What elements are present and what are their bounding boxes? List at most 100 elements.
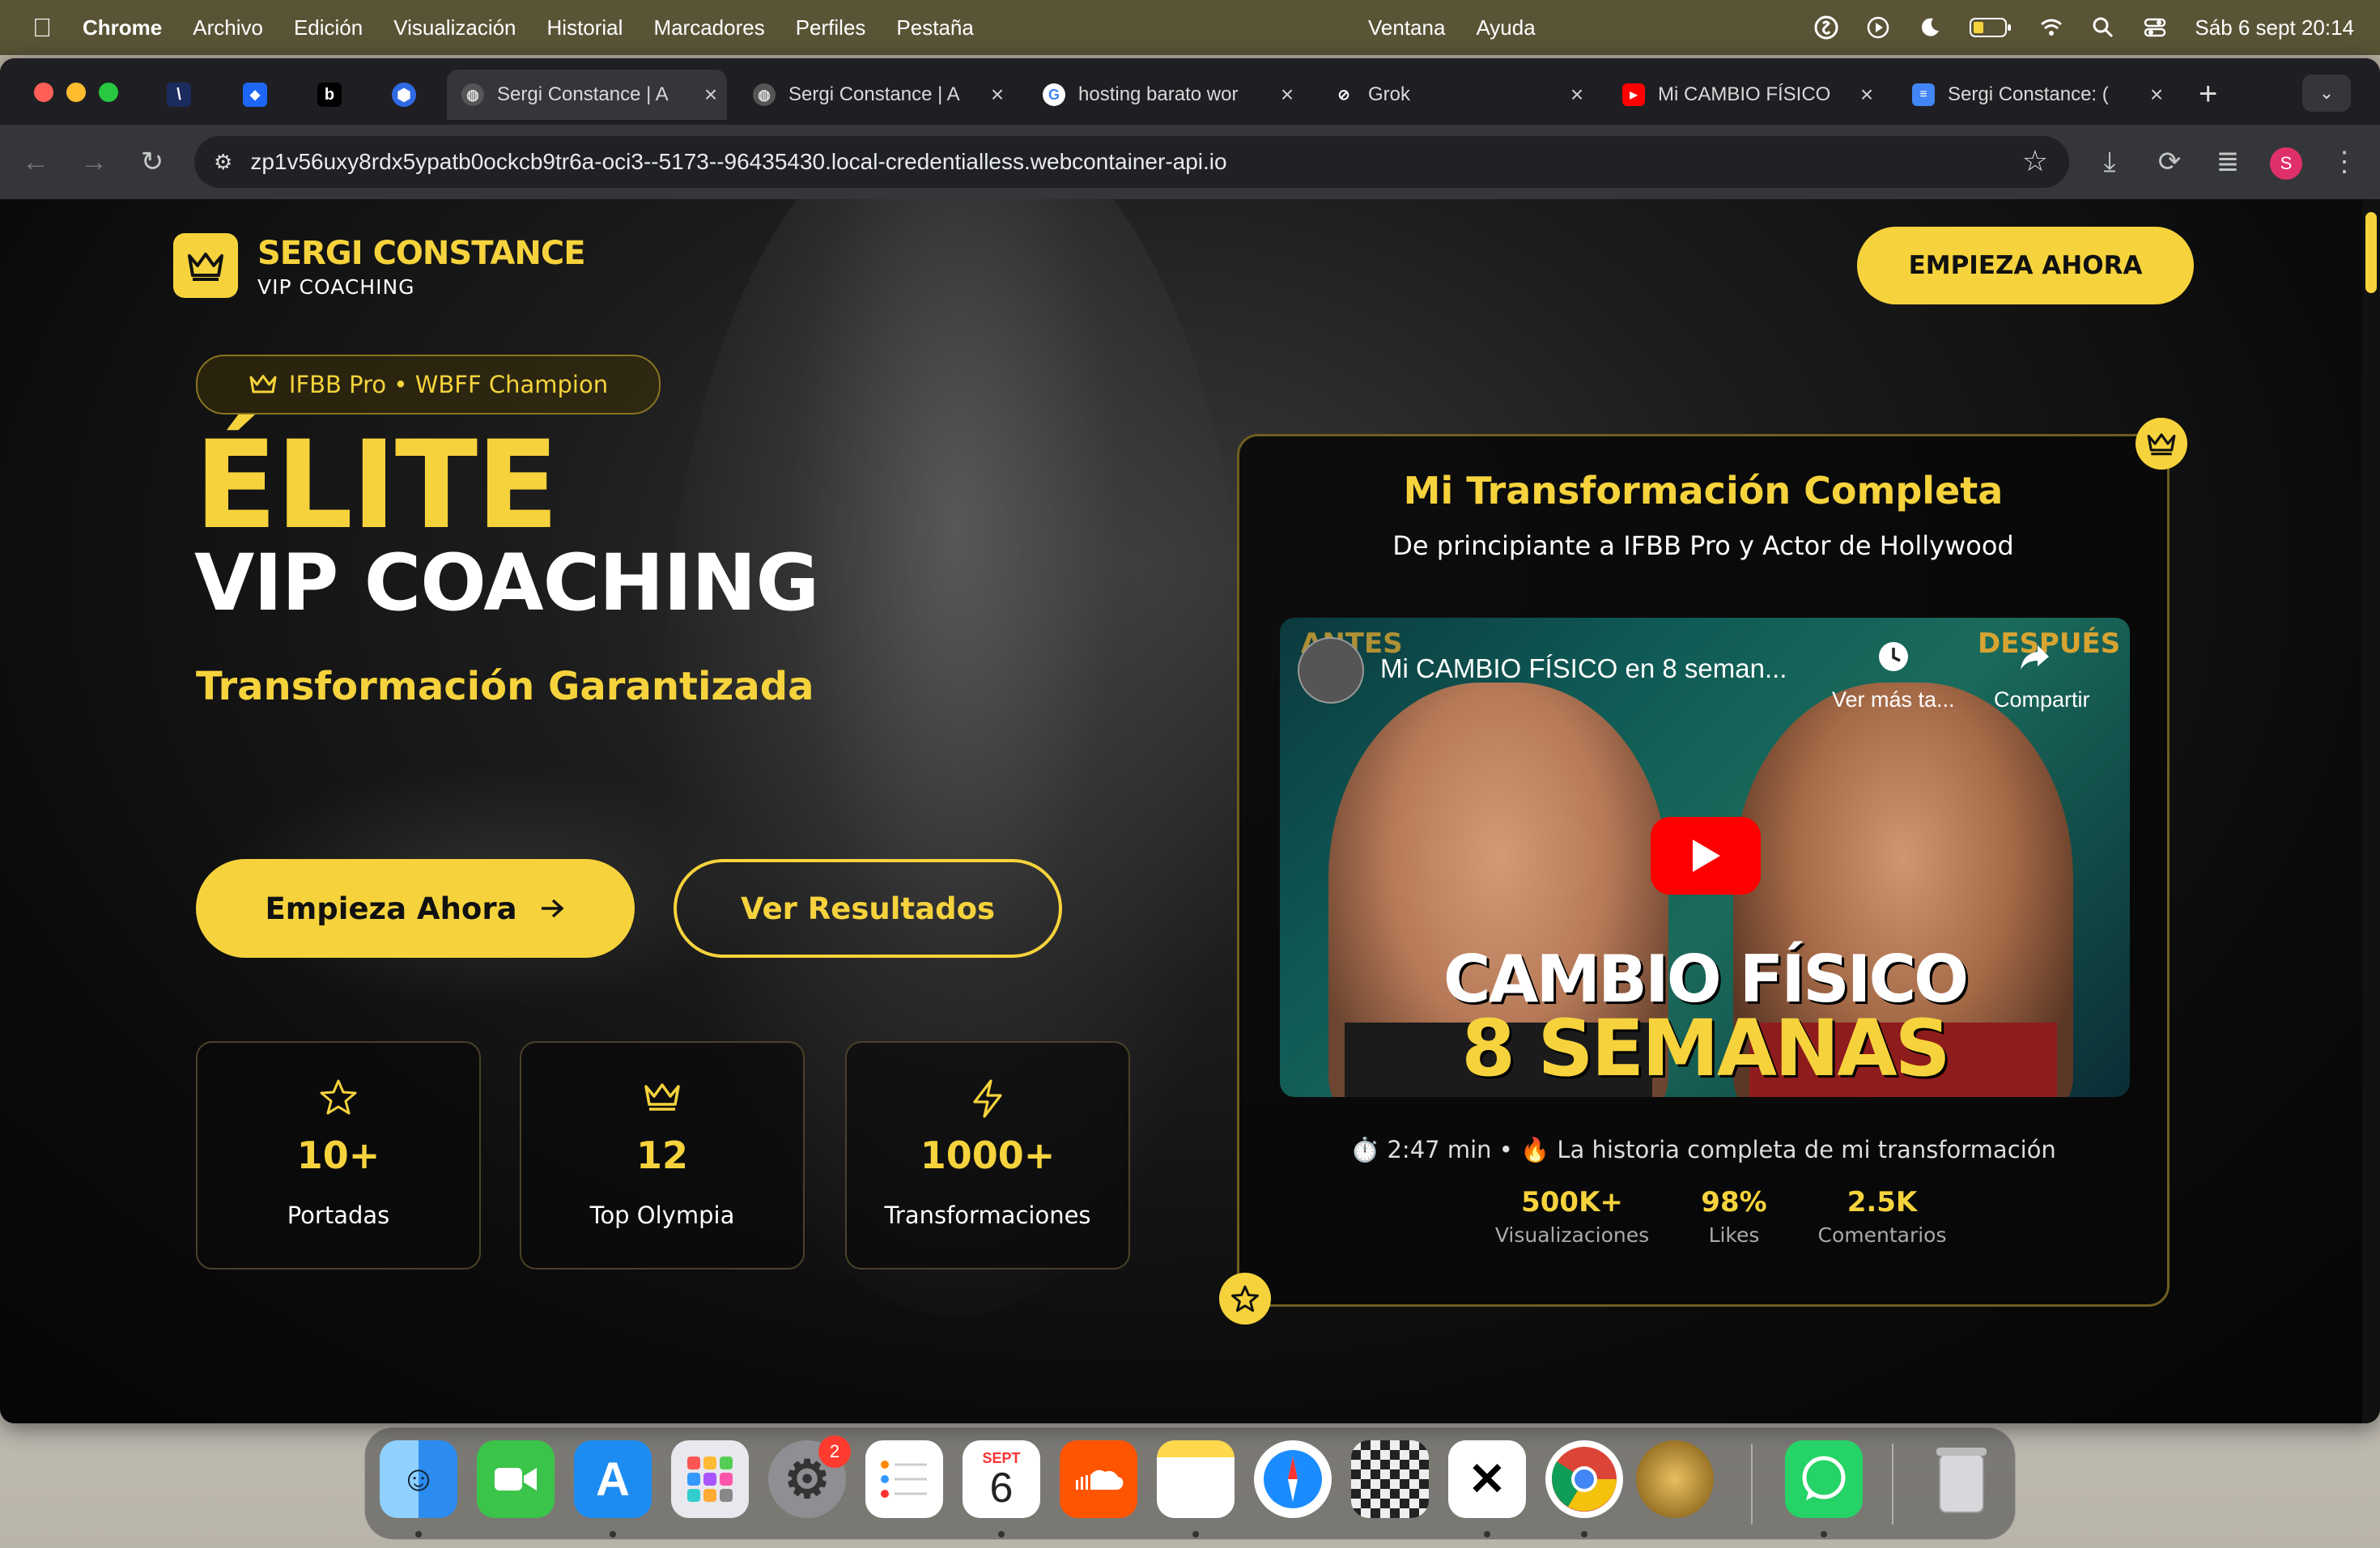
menu-app-name[interactable]: Chrome — [83, 15, 162, 40]
media-play-icon[interactable] — [1866, 15, 1890, 40]
notes-icon[interactable] — [1157, 1440, 1235, 1518]
menu-perfiles[interactable]: Perfiles — [796, 15, 866, 40]
share-icon[interactable] — [2017, 639, 2052, 674]
pinned-tab-dropbox-icon[interactable]: ◆ — [243, 83, 267, 107]
video-stat-label: Visualizaciones — [1494, 1223, 1650, 1247]
scrollbar-thumb[interactable] — [2365, 212, 2377, 293]
tab-title: Mi CAMBIO FÍSICO — [1658, 83, 1831, 105]
tab-google-hosting[interactable]: G hosting barato wor × — [1028, 70, 1303, 120]
spotlight-search-icon[interactable] — [2091, 15, 2115, 40]
address-bar[interactable]: ⚙ zp1v56uxy8rdx5ypatb0ockcb9tr6a-oci3--5… — [194, 136, 2069, 188]
notification-badge: 2 — [818, 1435, 851, 1468]
chrome-window: \ ◆ b ⬢ ◍ Sergi Constance | A × ◍ Sergi … — [0, 58, 2380, 1423]
docs-icon: ≡ — [1912, 83, 1935, 106]
finder-icon[interactable]: ☺ — [380, 1440, 457, 1518]
page-scrollbar[interactable] — [2362, 199, 2380, 1423]
trash-icon[interactable] — [1923, 1440, 2000, 1518]
pinned-tab-linear-icon[interactable]: \ — [167, 83, 191, 107]
reload-icon[interactable]: ↻ — [136, 146, 168, 178]
stat-card-portadas: 10+ Portadas — [196, 1041, 481, 1269]
arrow-right-icon — [541, 899, 564, 918]
download-icon[interactable]: ⤓ — [2093, 146, 2126, 178]
tab-google-docs[interactable]: ≡ Sergi Constance: ( × — [1898, 70, 2173, 120]
share-label[interactable]: Compartir — [1994, 687, 2090, 712]
soundcloud-icon[interactable] — [1060, 1440, 1137, 1518]
close-tab-icon[interactable]: × — [1561, 82, 1593, 108]
menu-visualizacion[interactable]: Visualización — [393, 15, 516, 40]
watch-later-label[interactable]: Ver más ta... — [1832, 687, 1955, 712]
menu-pestana[interactable]: Pestaña — [896, 15, 973, 40]
brand-subtitle: VIP COACHING — [257, 275, 415, 299]
brand-name[interactable]: SERGI CONSTANCE — [257, 235, 586, 272]
wifi-icon[interactable] — [2039, 15, 2063, 40]
media-queue-icon[interactable]: ≣ — [2212, 146, 2244, 178]
close-window-button[interactable] — [34, 83, 53, 102]
shazam-icon[interactable] — [1814, 15, 1838, 40]
channel-avatar[interactable] — [1298, 637, 1364, 704]
crown-coin-icon — [2136, 418, 2187, 470]
tab-youtube-video[interactable]: ▶ Mi CAMBIO FÍSICO × — [1608, 70, 1883, 120]
back-icon[interactable]: ← — [19, 146, 52, 178]
video-title[interactable]: Mi CAMBIO FÍSICO en 8 seman... — [1380, 653, 1787, 684]
control-center-icon[interactable] — [2143, 15, 2167, 40]
running-indicator — [1821, 1531, 1827, 1537]
site-settings-icon[interactable]: ⚙ — [214, 150, 232, 175]
menu-historial[interactable]: Historial — [547, 15, 623, 40]
pinned-tab-settings-icon[interactable]: ⬢ — [392, 83, 416, 107]
tab-sergi-constance-2[interactable]: ◍ Sergi Constance | A × — [738, 70, 1014, 120]
close-tab-icon[interactable]: × — [981, 82, 1014, 108]
tab-search-chevron-icon[interactable]: ⌄ — [2302, 74, 2351, 112]
close-tab-icon[interactable]: × — [2140, 82, 2173, 108]
ver-resultados-button[interactable]: Ver Resultados — [674, 859, 1062, 958]
new-tab-icon[interactable]: + — [2199, 76, 2217, 113]
more-menu-icon[interactable]: ⋮ — [2328, 146, 2361, 178]
menu-marcadores[interactable]: Marcadores — [653, 15, 764, 40]
close-tab-icon[interactable]: × — [695, 82, 727, 108]
launchpad-icon[interactable] — [671, 1440, 749, 1518]
game-app-icon[interactable] — [1636, 1440, 1714, 1518]
tab-sergi-constance-active[interactable]: ◍ Sergi Constance | A × — [447, 70, 727, 120]
empieza-ahora-header-button[interactable]: EMPIEZA AHORA — [1857, 227, 2194, 304]
empieza-ahora-label: Empieza Ahora — [265, 891, 517, 926]
reminders-icon[interactable] — [865, 1440, 943, 1518]
empieza-ahora-button[interactable]: Empieza Ahora — [196, 859, 635, 958]
chess-icon[interactable] — [1351, 1440, 1429, 1518]
apple-menu-icon[interactable]:  — [32, 13, 52, 43]
bookmark-star-icon[interactable]: ☆ — [2022, 144, 2048, 178]
pinned-tab-bolt-icon[interactable]: b — [317, 83, 342, 107]
minimize-window-button[interactable] — [66, 83, 86, 102]
menu-ventana[interactable]: Ventana — [1368, 15, 1445, 40]
chrome-icon[interactable] — [1545, 1440, 1623, 1518]
youtube-video-embed[interactable]: ANTES DESPUÉS Mi CAMBIO FÍSICO en 8 sema… — [1280, 618, 2130, 1097]
safari-icon[interactable] — [1254, 1440, 1332, 1518]
capcut-icon[interactable]: ✕ — [1448, 1440, 1526, 1518]
url-text[interactable]: zp1v56uxy8rdx5ypatb0ockcb9tr6a-oci3--517… — [250, 149, 1226, 175]
calendar-icon[interactable]: SEPT 6 — [963, 1440, 1040, 1518]
extension-icon[interactable]: ⟳ — [2153, 146, 2186, 178]
profile-avatar[interactable]: S — [2270, 147, 2302, 180]
close-tab-icon[interactable]: × — [1851, 82, 1883, 108]
forward-icon[interactable]: → — [78, 146, 110, 178]
menu-edicion[interactable]: Edición — [294, 15, 363, 40]
dock-divider — [1892, 1444, 1893, 1525]
macos-dock: ☺ A ⚙ 2 SEPT 6 ✕ — [364, 1427, 2016, 1540]
menu-ayuda[interactable]: Ayuda — [1476, 15, 1535, 40]
play-button[interactable] — [1651, 817, 1761, 895]
zoom-window-button[interactable] — [99, 83, 118, 102]
brand-logo[interactable] — [173, 233, 238, 298]
tab-grok[interactable]: ⊘ Grok × — [1318, 70, 1593, 120]
running-indicator — [1484, 1531, 1490, 1537]
app-store-icon[interactable]: A — [574, 1440, 652, 1518]
video-stat-value: 2.5K — [1847, 1186, 1918, 1218]
ifbb-badge: IFBB Pro • WBFF Champion — [196, 355, 661, 415]
moon-icon[interactable] — [1918, 15, 1942, 40]
menu-datetime[interactable]: Sáb 6 sept 20:14 — [2195, 15, 2354, 40]
clock-icon[interactable] — [1876, 639, 1911, 674]
video-stat-comments: 2.5K Comentarios — [1793, 1186, 1971, 1247]
close-tab-icon[interactable]: × — [1271, 82, 1303, 108]
facetime-icon[interactable] — [477, 1440, 555, 1518]
menu-archivo[interactable]: Archivo — [193, 15, 263, 40]
crown-icon — [644, 1083, 680, 1111]
battery-icon[interactable] — [1970, 17, 2012, 38]
whatsapp-icon[interactable] — [1785, 1440, 1863, 1518]
